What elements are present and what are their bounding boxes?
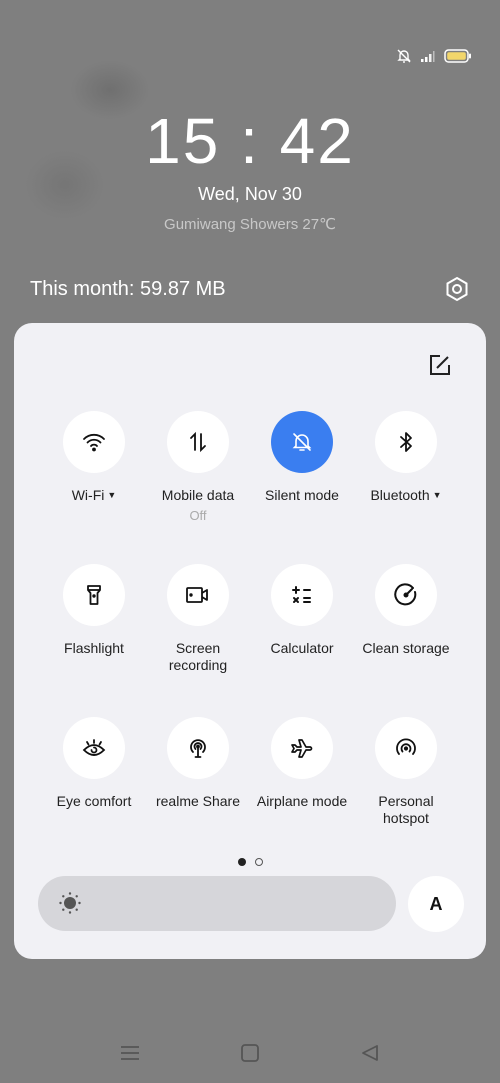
gear-icon (446, 276, 468, 302)
tile-silent-mode[interactable]: Silent mode (250, 411, 354, 504)
tile-label: Eye comfort (56, 793, 132, 809)
settings-button[interactable] (442, 274, 472, 304)
realme-share-icon (190, 739, 206, 758)
auto-brightness-button[interactable]: A (408, 876, 464, 932)
wifi-toggle[interactable] (63, 411, 125, 473)
tile-bluetooth[interactable]: Bluetooth ▼ (354, 411, 458, 504)
brightness-sun-icon (59, 892, 81, 914)
tile-realme-share[interactable]: realme Share (146, 717, 250, 810)
airplane-icon (291, 739, 313, 758)
wifi-icon (83, 433, 105, 452)
status-bar (396, 48, 472, 64)
tile-status: Off (189, 508, 207, 523)
hotspot-toggle[interactable] (375, 717, 437, 779)
dropdown-caret-icon[interactable]: ▼ (433, 490, 442, 500)
tile-label: Calculator (270, 640, 334, 656)
tile-screen-recording[interactable]: Screen recording (146, 564, 250, 674)
silent-bell-icon (292, 433, 312, 451)
realme-share-toggle[interactable] (167, 717, 229, 779)
flashlight-icon (87, 585, 101, 605)
tile-label: Clean storage (362, 640, 450, 656)
tile-label: Silent mode (265, 487, 339, 503)
eye-comfort-icon (82, 739, 106, 756)
mobile-data-toggle[interactable] (167, 411, 229, 473)
tile-label: Wi-Fi (71, 487, 105, 503)
screen-recording-toggle[interactable] (167, 564, 229, 626)
tile-eye-comfort[interactable]: Eye comfort (42, 717, 146, 810)
mobile-data-icon (190, 431, 206, 453)
tile-label: Bluetooth (370, 487, 430, 503)
airplane-mode-toggle[interactable] (271, 717, 333, 779)
tile-label: Mobile data (161, 487, 235, 503)
back-button[interactable] (355, 1038, 385, 1068)
page-dot[interactable] (254, 858, 263, 866)
calculator-button[interactable] (271, 564, 333, 626)
tile-label: Airplane mode (256, 793, 348, 809)
tile-personal-hotspot[interactable]: Personal hotspot (354, 717, 458, 827)
date: Wed, Nov 30 (198, 184, 302, 204)
recents-button[interactable] (115, 1038, 145, 1068)
edit-icon (430, 355, 450, 375)
tile-mobile-data[interactable]: Mobile data Off (146, 411, 250, 523)
silent-mode-toggle[interactable] (271, 411, 333, 473)
tile-label-line2: recording (168, 657, 228, 673)
quick-settings-panel: Wi-Fi ▼ Mobile data Off Silent mode Bluet… (14, 323, 486, 959)
screen-recording-icon (186, 587, 208, 603)
tile-label-line2: hotspot (383, 810, 429, 826)
tile-label: Screen (175, 640, 221, 656)
weather: Gumiwang Showers 27℃ (164, 216, 336, 233)
page-dot-active[interactable] (237, 858, 246, 866)
tile-label: realme Share (155, 793, 241, 809)
home-icon (241, 1044, 259, 1062)
home-button[interactable] (235, 1038, 265, 1068)
tile-calculator[interactable]: Calculator (250, 564, 354, 657)
clock: 15 : 42 (145, 105, 355, 177)
edit-button[interactable] (426, 351, 454, 379)
bluetooth-toggle[interactable] (375, 411, 437, 473)
clean-storage-button[interactable] (375, 564, 437, 626)
page-indicator (14, 858, 486, 866)
tile-airplane-mode[interactable]: Airplane mode (250, 717, 354, 810)
bluetooth-icon (400, 432, 412, 452)
back-icon (362, 1045, 378, 1061)
eye-comfort-toggle[interactable] (63, 717, 125, 779)
data-usage[interactable]: This month: 59.87 MB (30, 278, 226, 301)
tile-label: Personal (378, 793, 434, 809)
tile-flashlight[interactable]: Flashlight (42, 564, 146, 657)
dropdown-caret-icon[interactable]: ▼ (107, 490, 116, 500)
brightness-slider[interactable] (38, 876, 396, 931)
clean-storage-icon (394, 583, 417, 606)
navigation-bar (0, 1038, 500, 1068)
silent-bell-icon (396, 48, 412, 64)
flashlight-toggle[interactable] (63, 564, 125, 626)
tile-clean-storage[interactable]: Clean storage (354, 564, 458, 657)
calculator-icon (292, 586, 311, 603)
battery-icon (444, 49, 472, 63)
tile-label: Flashlight (64, 640, 124, 656)
hotspot-icon (396, 738, 416, 755)
tile-wifi[interactable]: Wi-Fi ▼ (42, 411, 146, 504)
signal-icon (420, 49, 436, 63)
recents-icon (121, 1046, 139, 1060)
